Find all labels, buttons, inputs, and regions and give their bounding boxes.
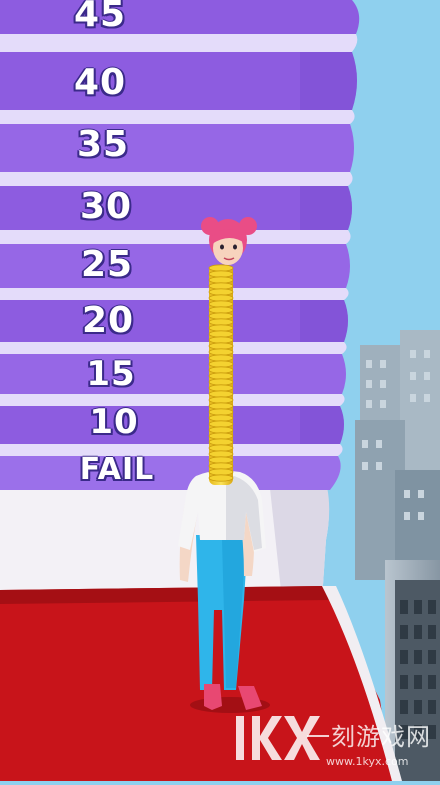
neck-ring bbox=[208, 336, 234, 344]
neck-ring bbox=[208, 348, 234, 356]
neck-ring bbox=[208, 270, 234, 278]
neck-ring bbox=[208, 342, 234, 350]
score-label-20: 20 bbox=[81, 300, 135, 341]
score-label-40: 40 bbox=[73, 62, 127, 103]
neck-ring bbox=[208, 372, 234, 380]
neck-ring bbox=[208, 294, 234, 302]
watermark-url: www.1kyx.com bbox=[326, 755, 409, 768]
neck-ring bbox=[208, 402, 234, 410]
neck-ring bbox=[208, 282, 234, 290]
neck-ring bbox=[208, 360, 234, 368]
neck-ring bbox=[208, 444, 234, 452]
watermark: 一刻游戏网 www.1kyx.com bbox=[224, 715, 434, 775]
neck-ring bbox=[208, 474, 234, 482]
score-label-35: 35 bbox=[76, 124, 130, 165]
neck-ring bbox=[208, 438, 234, 446]
neck-ring bbox=[208, 396, 234, 404]
neck-ring bbox=[208, 384, 234, 392]
score-label-10: 10 bbox=[89, 402, 139, 442]
neck-ring bbox=[208, 378, 234, 386]
neck-ring bbox=[208, 468, 234, 476]
neck-ring bbox=[208, 408, 234, 416]
neck-ring bbox=[208, 300, 234, 308]
score-label-15: 15 bbox=[86, 354, 136, 394]
neck-ring bbox=[208, 450, 234, 458]
neck-ring bbox=[208, 318, 234, 326]
neck-ring bbox=[208, 456, 234, 464]
neck-ring bbox=[208, 432, 234, 440]
neck-ring bbox=[208, 354, 234, 362]
neck-ring bbox=[208, 324, 234, 332]
neck-ring bbox=[208, 264, 234, 272]
neck-rings bbox=[208, 264, 234, 485]
neck-ring bbox=[208, 426, 234, 434]
neck-ring bbox=[208, 420, 234, 428]
game-scene: 45 40 35 30 25 20 15 10 FAIL 一刻游戏网 www.1… bbox=[0, 0, 440, 781]
score-label-25: 25 bbox=[80, 244, 134, 285]
scene-graphics bbox=[0, 0, 440, 781]
neck-ring bbox=[208, 462, 234, 470]
score-rings-graphic bbox=[0, 0, 360, 490]
watermark-site-name: 一刻游戏网 bbox=[306, 723, 431, 751]
neck-ring bbox=[208, 390, 234, 398]
neck-ring bbox=[208, 330, 234, 338]
neck-ring bbox=[208, 306, 234, 314]
neck-ring bbox=[208, 414, 234, 422]
neck-ring bbox=[208, 366, 234, 374]
score-label-fail: FAIL bbox=[79, 452, 155, 487]
score-label-30: 30 bbox=[79, 186, 133, 227]
neck-ring bbox=[208, 312, 234, 320]
score-label-45: 45 bbox=[73, 0, 127, 35]
neck-ring bbox=[208, 276, 234, 284]
neck-ring bbox=[208, 288, 234, 296]
